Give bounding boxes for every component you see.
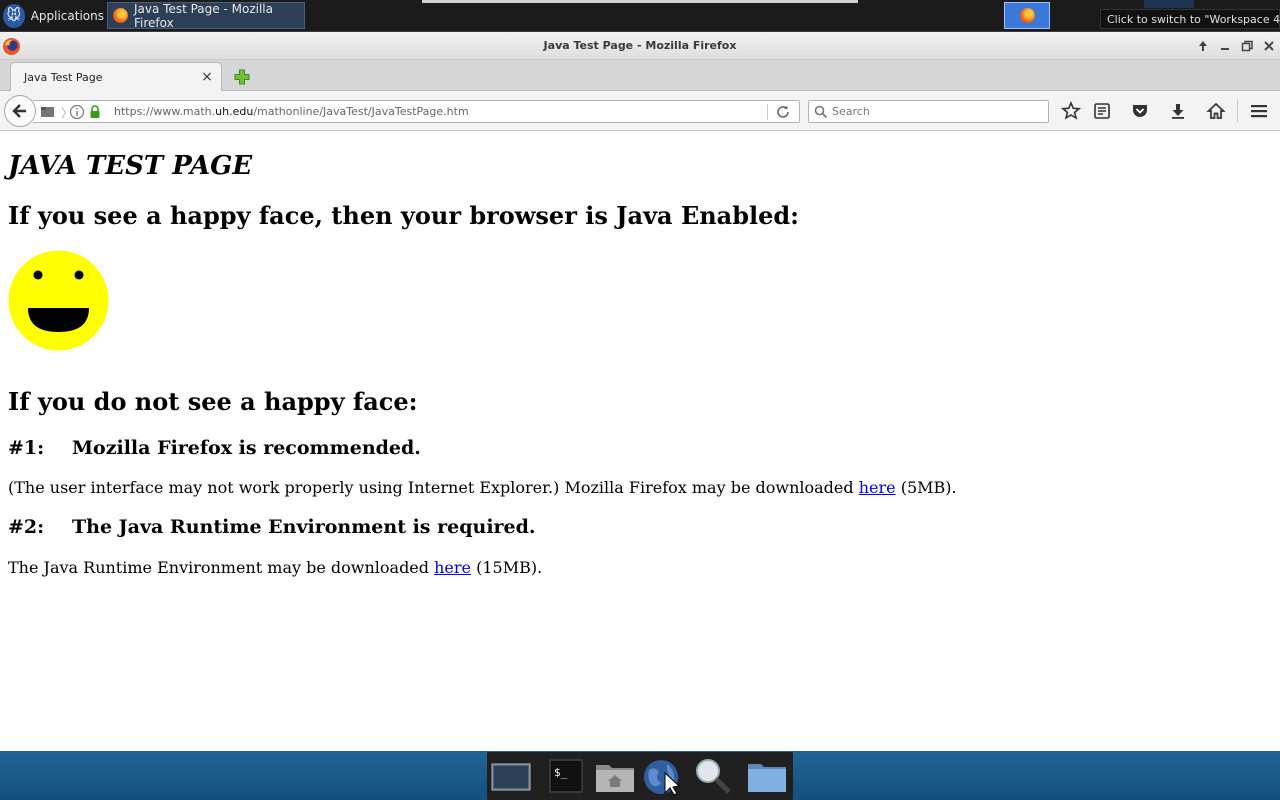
window-title: Java Test Page - Mozilla Firefox <box>543 39 737 52</box>
minimize-icon <box>1221 48 1229 50</box>
workspace-accent <box>1144 0 1194 8</box>
home-icon[interactable] <box>1206 101 1226 121</box>
back-button[interactable] <box>4 95 36 127</box>
step-2-number: #2: <box>8 516 45 538</box>
restore-icon <box>1241 40 1253 52</box>
application-dock: $_ <box>487 752 793 800</box>
step-1-heading: #1: Mozilla Firefox is recommended. <box>8 437 421 459</box>
tab-label: Java Test Page <box>24 71 103 84</box>
window-close-button[interactable] <box>1260 37 1278 55</box>
window-minimize-button[interactable] <box>1216 37 1234 55</box>
firefox-icon <box>1019 8 1035 23</box>
step-1-paragraph: (The user interface may not work properl… <box>8 478 957 497</box>
step-1-number: #1: <box>8 437 45 459</box>
taskbar-window-button[interactable]: Java Test Page - Mozilla Firefox <box>107 1 305 30</box>
java-download-link[interactable]: here <box>434 558 471 577</box>
headline-java-enabled: If you see a happy face, then your brows… <box>8 201 800 230</box>
hamburger-menu-icon[interactable] <box>1249 101 1269 121</box>
workspace-strip <box>422 0 858 3</box>
svg-text:$_: $_ <box>554 766 568 779</box>
page-title: JAVA TEST PAGE <box>8 151 253 181</box>
tab-close-icon[interactable]: × <box>199 69 215 85</box>
firefox-icon <box>113 8 128 23</box>
firefox-download-link[interactable]: here <box>859 478 896 497</box>
arrow-up-icon <box>1199 41 1207 51</box>
search-bar[interactable]: Search <box>808 100 1049 123</box>
headline-no-happy-face: If you do not see a happy face: <box>8 387 418 416</box>
tab-java-test-page[interactable]: Java Test Page × <box>10 62 222 92</box>
workspace-tooltip: Click to switch to "Workspace 4" <box>1100 9 1280 29</box>
info-icon[interactable] <box>69 104 85 120</box>
search-icon[interactable] <box>691 756 735 796</box>
step-1-title: Mozilla Firefox is recommended. <box>72 437 421 459</box>
bookmark-star-icon[interactable] <box>1061 101 1081 121</box>
xfce-logo-icon: 🐭 <box>3 3 25 28</box>
reload-icon[interactable] <box>775 104 791 120</box>
step-2-paragraph: The Java Runtime Environment may be down… <box>8 558 543 577</box>
workspace-4-button[interactable] <box>1004 2 1050 29</box>
window-shade-button[interactable] <box>1194 37 1212 55</box>
step-2-heading: #2: The Java Runtime Environment is requi… <box>8 516 536 538</box>
applications-menu-button[interactable]: 🐭 Applications <box>0 0 104 31</box>
applications-menu-label: Applications <box>30 8 104 23</box>
download-icon[interactable] <box>1168 101 1188 121</box>
bookmarks-menu-icon[interactable] <box>1092 101 1112 121</box>
taskbar-window-title: Java Test Page - Mozilla Firefox <box>134 1 273 30</box>
new-tab-plus-icon[interactable] <box>233 68 251 86</box>
window-titlebar: Java Test Page - Mozilla Firefox <box>0 32 1280 60</box>
url-bar[interactable]: 〉 https://www.math.uh.edu/mathonline/Jav… <box>33 100 800 123</box>
tab-strip: Java Test Page × <box>0 60 1280 92</box>
close-icon <box>1264 41 1274 51</box>
search-input[interactable]: Search <box>832 105 870 118</box>
toolbar-separator <box>1237 100 1238 122</box>
history-icon[interactable] <box>39 104 57 120</box>
lock-icon[interactable] <box>88 104 102 120</box>
navigation-toolbar: 〉 https://www.math.uh.edu/mathonline/Jav… <box>0 91 1280 131</box>
terminal-icon[interactable]: $_ <box>545 756 589 796</box>
url-text: https://www.math.uh.edu/mathonline/JavaT… <box>114 105 469 118</box>
page-content: JAVA TEST PAGE If you see a happy face, … <box>0 132 1280 751</box>
top-panel: 🐭 Applications Java Test Page - Mozilla … <box>0 0 1280 32</box>
arrow-left-icon <box>12 104 26 118</box>
search-icon <box>814 105 828 119</box>
show-desktop-icon[interactable] <box>489 756 533 796</box>
happy-face-applet-image <box>8 250 109 351</box>
web-browser-icon[interactable] <box>641 756 685 796</box>
home-folder-icon[interactable] <box>593 756 637 796</box>
bottom-panel: $_ <box>0 751 1280 800</box>
pocket-icon[interactable] <box>1130 101 1150 121</box>
folder-icon[interactable] <box>745 756 789 796</box>
window-maximize-button[interactable] <box>1238 37 1256 55</box>
step-2-title: The Java Runtime Environment is required… <box>72 516 536 538</box>
